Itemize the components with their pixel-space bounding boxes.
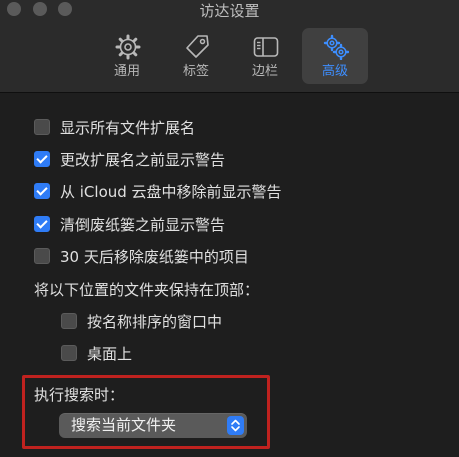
- gears-icon: [323, 34, 350, 61]
- gear-icon: [115, 34, 141, 60]
- option-remove-trash-30-days-label: 30 天后移除废纸篓中的项目: [60, 247, 249, 266]
- option-warn-icloud-remove[interactable]: 从 iCloud 云盘中移除前显示警告: [34, 181, 282, 201]
- tag-icon: [184, 34, 210, 60]
- tab-tags[interactable]: 标签: [163, 28, 229, 84]
- option-warn-extension-change[interactable]: 更改扩展名之前显示警告: [34, 149, 225, 169]
- checkbox-warn-extension-change[interactable]: [34, 151, 50, 167]
- tab-general-label: 通用: [113, 64, 140, 79]
- titlebar: 访达设置 通用 标签 边栏 高级: [0, 0, 459, 93]
- checkbox-remove-trash-30-days[interactable]: [34, 248, 50, 264]
- checkbox-folders-top-windows[interactable]: [61, 313, 77, 329]
- checkbox-show-extensions[interactable]: [34, 119, 50, 135]
- keep-folders-heading: 将以下位置的文件夹保持在顶部：: [34, 281, 260, 299]
- option-remove-trash-30-days[interactable]: 30 天后移除废纸篓中的项目: [34, 246, 249, 266]
- option-folders-top-windows[interactable]: 按名称排序的窗口中: [61, 311, 222, 331]
- option-warn-extension-change-label: 更改扩展名之前显示警告: [60, 150, 226, 169]
- option-warn-icloud-remove-label: 从 iCloud 云盘中移除前显示警告: [60, 182, 282, 201]
- tab-advanced-label: 高级: [321, 64, 348, 79]
- search-scope-popup[interactable]: 搜索当前文件夹: [59, 413, 247, 438]
- option-folders-top-desktop[interactable]: 桌面上: [61, 343, 132, 363]
- tab-sidebar-label: 边栏: [251, 64, 278, 79]
- tab-general[interactable]: 通用: [94, 28, 160, 84]
- option-show-extensions-label: 显示所有文件扩展名: [60, 118, 196, 137]
- search-heading: 执行搜索时：: [34, 386, 125, 404]
- option-folders-top-windows-label: 按名称排序的窗口中: [87, 312, 223, 331]
- option-folders-top-desktop-label: 桌面上: [87, 344, 133, 363]
- checkbox-folders-top-desktop[interactable]: [61, 345, 77, 361]
- finder-settings-window: 访达设置 通用 标签 边栏 高级 显示所有文件扩展名 更改扩展名之前显示警告 从…: [0, 0, 459, 457]
- option-warn-empty-trash[interactable]: 清倒废纸篓之前显示警告: [34, 214, 225, 234]
- tab-sidebar[interactable]: 边栏: [232, 28, 298, 84]
- search-scope-selected: 搜索当前文件夹: [71, 416, 177, 434]
- checkbox-warn-empty-trash[interactable]: [34, 216, 50, 232]
- checkbox-warn-icloud-remove[interactable]: [34, 183, 50, 199]
- tab-advanced[interactable]: 高级: [302, 28, 368, 84]
- option-warn-empty-trash-label: 清倒废纸篓之前显示警告: [60, 215, 226, 234]
- window-title: 访达设置: [199, 2, 260, 20]
- option-show-extensions[interactable]: 显示所有文件扩展名: [34, 117, 195, 137]
- sidebar-icon: [253, 34, 279, 60]
- popup-chevrons-icon: [227, 416, 244, 435]
- tab-tags-label: 标签: [182, 64, 209, 79]
